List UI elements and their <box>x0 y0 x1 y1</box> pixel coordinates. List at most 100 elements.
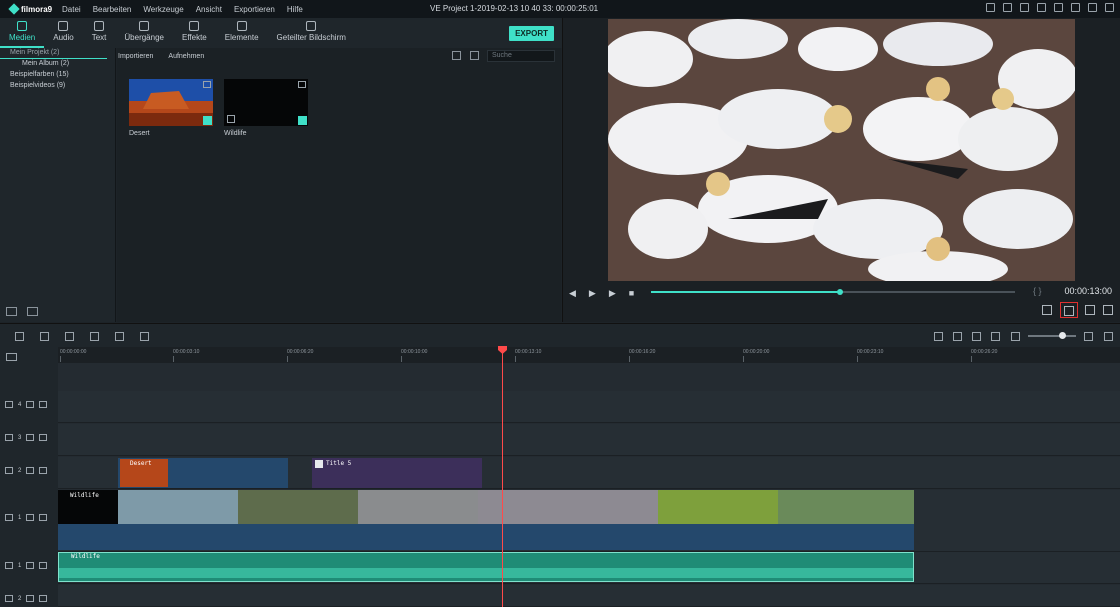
menu-werkzeuge[interactable]: Werkzeuge <box>137 5 189 14</box>
lock-icon[interactable] <box>26 401 35 408</box>
track-header-video-3: 3 <box>0 434 58 441</box>
zebra-frames <box>118 490 238 524</box>
tab-uebergaenge[interactable]: Übergänge <box>115 18 173 48</box>
timeline-ruler[interactable]: 00:00:00:00 00:00:03:10 00:00:06:20 00:0… <box>58 347 1120 363</box>
mark-in-out[interactable]: { } <box>1033 286 1042 296</box>
clip-desert[interactable]: Desert <box>118 458 288 488</box>
library-item-beispielfarben[interactable]: Beispielfarben (15) <box>0 70 115 81</box>
step-back-icon[interactable]: ▶ <box>589 288 596 299</box>
play-icon[interactable]: ▶ <box>609 288 616 299</box>
track-header-video-4: 4 <box>0 401 58 408</box>
import-dropdown[interactable]: Importieren <box>118 53 153 60</box>
ruler-tick: 00:00:00:00 <box>60 349 87 362</box>
zoom-in-icon[interactable] <box>1084 332 1093 341</box>
progress-handle[interactable] <box>837 289 843 295</box>
grid-view-icon[interactable] <box>470 51 479 60</box>
lock-icon[interactable] <box>26 595 35 602</box>
library-item-mein-projekt[interactable]: Mein Projekt (2) <box>0 48 107 59</box>
tab-geteilter-bildschirm[interactable]: Geteilter Bildschirm <box>268 18 355 48</box>
maximize-icon[interactable] <box>1088 3 1097 12</box>
record-dropdown[interactable]: Aufnehmen <box>168 53 204 60</box>
download-icon[interactable] <box>1054 3 1063 12</box>
lock-icon[interactable] <box>26 467 35 474</box>
cart-icon[interactable] <box>1003 3 1012 12</box>
zoom-out-icon[interactable] <box>1011 332 1020 341</box>
track-lane-video-4[interactable] <box>58 391 1120 423</box>
ruler-tick: 00:00:03:10 <box>173 349 200 362</box>
clip-wildlife-audio[interactable]: Wildlife <box>58 552 914 582</box>
video-track-icon <box>5 434 13 441</box>
speaker-icon[interactable] <box>39 595 48 602</box>
close-icon[interactable] <box>1105 3 1114 12</box>
remove-folder-icon[interactable] <box>27 307 38 316</box>
clip-label: Wildlife <box>70 492 99 499</box>
music-note-icon <box>58 21 69 31</box>
eye-icon[interactable] <box>39 401 48 408</box>
filter-icon[interactable] <box>452 51 461 60</box>
library-item-mein-album[interactable]: Mein Album (2) <box>0 59 115 70</box>
marker-icon[interactable] <box>934 332 943 341</box>
lock-icon[interactable] <box>26 514 35 521</box>
window-controls <box>986 3 1114 12</box>
tab-elemente[interactable]: Elemente <box>216 18 268 48</box>
menu-bearbeiten[interactable]: Bearbeiten <box>87 5 138 14</box>
lock-icon[interactable] <box>26 562 35 569</box>
playhead[interactable] <box>498 346 507 607</box>
fullscreen-icon[interactable] <box>1103 305 1113 315</box>
camera-snapshot-icon[interactable] <box>1064 306 1074 316</box>
fit-timeline-icon[interactable] <box>1104 332 1113 341</box>
gift-icon[interactable] <box>1020 3 1029 12</box>
eye-icon[interactable] <box>39 514 48 521</box>
track-lane-audio-2[interactable] <box>58 585 1120 607</box>
adjust-icon[interactable] <box>140 332 149 341</box>
library-panel: Mein Projekt (2) Mein Album (2) Beispiel… <box>0 48 116 322</box>
app-logo: filmora9 <box>0 3 56 15</box>
tab-text[interactable]: Text <box>83 18 116 48</box>
playback-progress-bar[interactable] <box>651 289 1015 295</box>
clip-wildlife-video[interactable]: Wildlife <box>58 490 914 550</box>
zoom-slider[interactable] <box>1028 332 1076 339</box>
menu-ansicht[interactable]: Ansicht <box>190 5 228 14</box>
eye-icon[interactable] <box>39 467 48 474</box>
library-item-beispielvideos[interactable]: Beispielvideos (9) <box>0 81 115 92</box>
volume-icon[interactable] <box>1085 305 1095 315</box>
minimize-icon[interactable] <box>1071 3 1080 12</box>
render-icon[interactable] <box>991 332 1000 341</box>
display-settings-icon[interactable] <box>1042 305 1052 315</box>
menu-hilfe[interactable]: Hilfe <box>281 5 309 14</box>
track-lane-video-3[interactable] <box>58 424 1120 456</box>
microphone-icon[interactable] <box>953 332 962 341</box>
media-thumb-desert[interactable] <box>129 79 213 126</box>
add-folder-icon[interactable] <box>6 307 17 316</box>
eye-icon[interactable] <box>39 434 48 441</box>
mail-icon[interactable] <box>1037 3 1046 12</box>
media-thumb-wildlife[interactable] <box>224 79 308 126</box>
skip-back-icon[interactable]: ◀ <box>569 288 576 299</box>
undo-icon[interactable] <box>15 332 24 341</box>
search-input[interactable]: Suche <box>487 50 555 62</box>
track-number: 4 <box>18 401 22 408</box>
tab-effekte[interactable]: Effekte <box>173 18 216 48</box>
desert-thumbnail <box>129 79 213 126</box>
redo-icon[interactable] <box>40 332 49 341</box>
transition-icon <box>139 21 150 31</box>
cut-icon[interactable] <box>90 332 99 341</box>
account-icon[interactable] <box>986 3 995 12</box>
video-track-icon <box>5 514 13 521</box>
export-button[interactable]: EXPORT <box>509 26 554 41</box>
zoom-handle[interactable] <box>1059 332 1066 339</box>
tab-audio[interactable]: Audio <box>44 18 82 48</box>
speed-icon[interactable] <box>115 332 124 341</box>
lock-icon[interactable] <box>26 434 35 441</box>
speaker-icon[interactable] <box>39 562 48 569</box>
voiceover-icon[interactable] <box>972 332 981 341</box>
add-track-icon[interactable] <box>6 353 17 361</box>
clip-title[interactable]: Title 5 <box>312 458 482 488</box>
menu-datei[interactable]: Datei <box>56 5 87 14</box>
delete-icon[interactable] <box>65 332 74 341</box>
menu-exportieren[interactable]: Exportieren <box>228 5 281 14</box>
stop-icon[interactable]: ■ <box>629 288 634 299</box>
tab-label: Übergänge <box>124 33 164 42</box>
preview-panel: ◀ ▶ ▶ ■ { } 00:00:13:00 <box>562 18 1120 322</box>
tab-medien[interactable]: Medien <box>0 18 45 48</box>
